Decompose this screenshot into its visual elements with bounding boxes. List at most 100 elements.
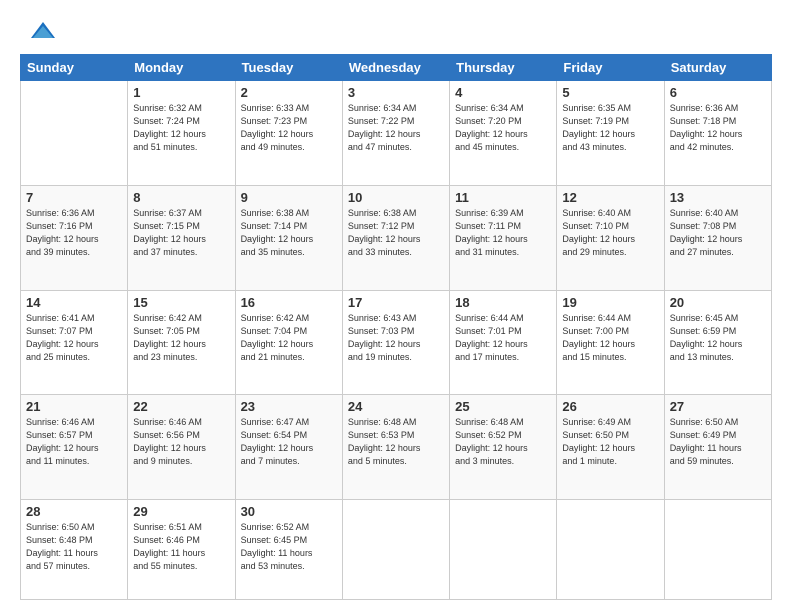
calendar-cell xyxy=(21,81,128,186)
calendar-cell xyxy=(557,500,664,600)
day-number: 21 xyxy=(26,399,122,414)
calendar-cell: 17 Sunrise: 6:43 AMSunset: 7:03 PMDayligh… xyxy=(342,290,449,395)
calendar-header-friday: Friday xyxy=(557,55,664,81)
day-number: 3 xyxy=(348,85,444,100)
day-number: 24 xyxy=(348,399,444,414)
calendar-cell: 2 Sunrise: 6:33 AMSunset: 7:23 PMDaylight… xyxy=(235,81,342,186)
calendar-cell: 5 Sunrise: 6:35 AMSunset: 7:19 PMDaylight… xyxy=(557,81,664,186)
day-info: Sunrise: 6:39 AMSunset: 7:11 PMDaylight:… xyxy=(455,207,551,259)
calendar-week-5: 28 Sunrise: 6:50 AMSunset: 6:48 PMDayligh… xyxy=(21,500,772,600)
day-info: Sunrise: 6:40 AMSunset: 7:08 PMDaylight:… xyxy=(670,207,766,259)
calendar-cell: 23 Sunrise: 6:47 AMSunset: 6:54 PMDayligh… xyxy=(235,395,342,500)
calendar-cell: 22 Sunrise: 6:46 AMSunset: 6:56 PMDayligh… xyxy=(128,395,235,500)
calendar-cell: 13 Sunrise: 6:40 AMSunset: 7:08 PMDayligh… xyxy=(664,185,771,290)
day-info: Sunrise: 6:51 AMSunset: 6:46 PMDaylight:… xyxy=(133,521,229,573)
calendar-cell: 9Sunrise: 6:38 AMSunset: 7:14 PMDaylight… xyxy=(235,185,342,290)
header xyxy=(20,18,772,46)
calendar-cell: 16 Sunrise: 6:42 AMSunset: 7:04 PMDayligh… xyxy=(235,290,342,395)
day-info: Sunrise: 6:34 AMSunset: 7:20 PMDaylight:… xyxy=(455,102,551,154)
day-number: 18 xyxy=(455,295,551,310)
day-number: 7 xyxy=(26,190,122,205)
day-info: Sunrise: 6:47 AMSunset: 6:54 PMDaylight:… xyxy=(241,416,337,468)
day-number: 2 xyxy=(241,85,337,100)
day-number: 12 xyxy=(562,190,658,205)
day-number: 30 xyxy=(241,504,337,519)
day-info: Sunrise: 6:41 AMSunset: 7:07 PMDaylight:… xyxy=(26,312,122,364)
day-info: Sunrise: 6:52 AMSunset: 6:45 PMDaylight:… xyxy=(241,521,337,573)
day-info: Sunrise: 6:48 AMSunset: 6:52 PMDaylight:… xyxy=(455,416,551,468)
calendar-header-thursday: Thursday xyxy=(450,55,557,81)
day-number: 23 xyxy=(241,399,337,414)
calendar-cell: 7 Sunrise: 6:36 AMSunset: 7:16 PMDaylight… xyxy=(21,185,128,290)
calendar-week-2: 7 Sunrise: 6:36 AMSunset: 7:16 PMDaylight… xyxy=(21,185,772,290)
day-info: Sunrise: 6:45 AMSunset: 6:59 PMDaylight:… xyxy=(670,312,766,364)
day-info: Sunrise: 6:35 AMSunset: 7:19 PMDaylight:… xyxy=(562,102,658,154)
calendar-header-saturday: Saturday xyxy=(664,55,771,81)
day-number: 28 xyxy=(26,504,122,519)
day-info: Sunrise: 6:42 AMSunset: 7:04 PMDaylight:… xyxy=(241,312,337,364)
day-info: Sunrise: 6:33 AMSunset: 7:23 PMDaylight:… xyxy=(241,102,337,154)
calendar-cell: 27 Sunrise: 6:50 AMSunset: 6:49 PMDayligh… xyxy=(664,395,771,500)
calendar-cell: 1 Sunrise: 6:32 AMSunset: 7:24 PMDaylight… xyxy=(128,81,235,186)
calendar-cell: 6Sunrise: 6:36 AMSunset: 7:18 PMDaylight… xyxy=(664,81,771,186)
day-info: Sunrise: 6:48 AMSunset: 6:53 PMDaylight:… xyxy=(348,416,444,468)
day-info: Sunrise: 6:38 AMSunset: 7:14 PMDaylight:… xyxy=(241,207,337,259)
day-info: Sunrise: 6:46 AMSunset: 6:56 PMDaylight:… xyxy=(133,416,229,468)
calendar-cell: 20 Sunrise: 6:45 AMSunset: 6:59 PMDayligh… xyxy=(664,290,771,395)
day-number: 16 xyxy=(241,295,337,310)
day-info: Sunrise: 6:34 AMSunset: 7:22 PMDaylight:… xyxy=(348,102,444,154)
day-info: Sunrise: 6:50 AMSunset: 6:49 PMDaylight:… xyxy=(670,416,766,468)
day-number: 19 xyxy=(562,295,658,310)
calendar-week-3: 14 Sunrise: 6:41 AMSunset: 7:07 PMDayligh… xyxy=(21,290,772,395)
day-info: Sunrise: 6:38 AMSunset: 7:12 PMDaylight:… xyxy=(348,207,444,259)
day-number: 8 xyxy=(133,190,229,205)
calendar-cell: 3 Sunrise: 6:34 AMSunset: 7:22 PMDaylight… xyxy=(342,81,449,186)
calendar-table: SundayMondayTuesdayWednesdayThursdayFrid… xyxy=(20,54,772,600)
day-info: Sunrise: 6:46 AMSunset: 6:57 PMDaylight:… xyxy=(26,416,122,468)
calendar-header-sunday: Sunday xyxy=(21,55,128,81)
calendar-cell xyxy=(450,500,557,600)
calendar-cell: 30 Sunrise: 6:52 AMSunset: 6:45 PMDayligh… xyxy=(235,500,342,600)
day-number: 1 xyxy=(133,85,229,100)
page: SundayMondayTuesdayWednesdayThursdayFrid… xyxy=(0,0,792,612)
day-number: 29 xyxy=(133,504,229,519)
calendar-header-tuesday: Tuesday xyxy=(235,55,342,81)
calendar-cell: 21 Sunrise: 6:46 AMSunset: 6:57 PMDayligh… xyxy=(21,395,128,500)
day-info: Sunrise: 6:36 AMSunset: 7:16 PMDaylight:… xyxy=(26,207,122,259)
day-number: 17 xyxy=(348,295,444,310)
day-info: Sunrise: 6:50 AMSunset: 6:48 PMDaylight:… xyxy=(26,521,122,573)
day-number: 14 xyxy=(26,295,122,310)
day-info: Sunrise: 6:32 AMSunset: 7:24 PMDaylight:… xyxy=(133,102,229,154)
calendar-cell: 10 Sunrise: 6:38 AMSunset: 7:12 PMDayligh… xyxy=(342,185,449,290)
calendar-cell: 29 Sunrise: 6:51 AMSunset: 6:46 PMDayligh… xyxy=(128,500,235,600)
day-number: 5 xyxy=(562,85,658,100)
calendar-cell: 18 Sunrise: 6:44 AMSunset: 7:01 PMDayligh… xyxy=(450,290,557,395)
calendar-cell: 25 Sunrise: 6:48 AMSunset: 6:52 PMDayligh… xyxy=(450,395,557,500)
day-number: 4 xyxy=(455,85,551,100)
calendar-cell: 11Sunrise: 6:39 AMSunset: 7:11 PMDayligh… xyxy=(450,185,557,290)
day-number: 27 xyxy=(670,399,766,414)
day-number: 26 xyxy=(562,399,658,414)
calendar-cell xyxy=(664,500,771,600)
day-info: Sunrise: 6:43 AMSunset: 7:03 PMDaylight:… xyxy=(348,312,444,364)
day-number: 22 xyxy=(133,399,229,414)
day-number: 13 xyxy=(670,190,766,205)
logo-icon xyxy=(23,14,55,46)
calendar-header-row: SundayMondayTuesdayWednesdayThursdayFrid… xyxy=(21,55,772,81)
day-info: Sunrise: 6:37 AMSunset: 7:15 PMDaylight:… xyxy=(133,207,229,259)
day-number: 15 xyxy=(133,295,229,310)
day-info: Sunrise: 6:42 AMSunset: 7:05 PMDaylight:… xyxy=(133,312,229,364)
day-info: Sunrise: 6:40 AMSunset: 7:10 PMDaylight:… xyxy=(562,207,658,259)
day-info: Sunrise: 6:44 AMSunset: 7:00 PMDaylight:… xyxy=(562,312,658,364)
calendar-cell: 15 Sunrise: 6:42 AMSunset: 7:05 PMDayligh… xyxy=(128,290,235,395)
calendar-cell: 4 Sunrise: 6:34 AMSunset: 7:20 PMDaylight… xyxy=(450,81,557,186)
day-number: 20 xyxy=(670,295,766,310)
calendar-cell: 28 Sunrise: 6:50 AMSunset: 6:48 PMDayligh… xyxy=(21,500,128,600)
calendar-cell: 19 Sunrise: 6:44 AMSunset: 7:00 PMDayligh… xyxy=(557,290,664,395)
day-number: 6 xyxy=(670,85,766,100)
calendar-cell: 12 Sunrise: 6:40 AMSunset: 7:10 PMDayligh… xyxy=(557,185,664,290)
day-info: Sunrise: 6:44 AMSunset: 7:01 PMDaylight:… xyxy=(455,312,551,364)
day-number: 10 xyxy=(348,190,444,205)
day-number: 25 xyxy=(455,399,551,414)
calendar-week-4: 21 Sunrise: 6:46 AMSunset: 6:57 PMDayligh… xyxy=(21,395,772,500)
